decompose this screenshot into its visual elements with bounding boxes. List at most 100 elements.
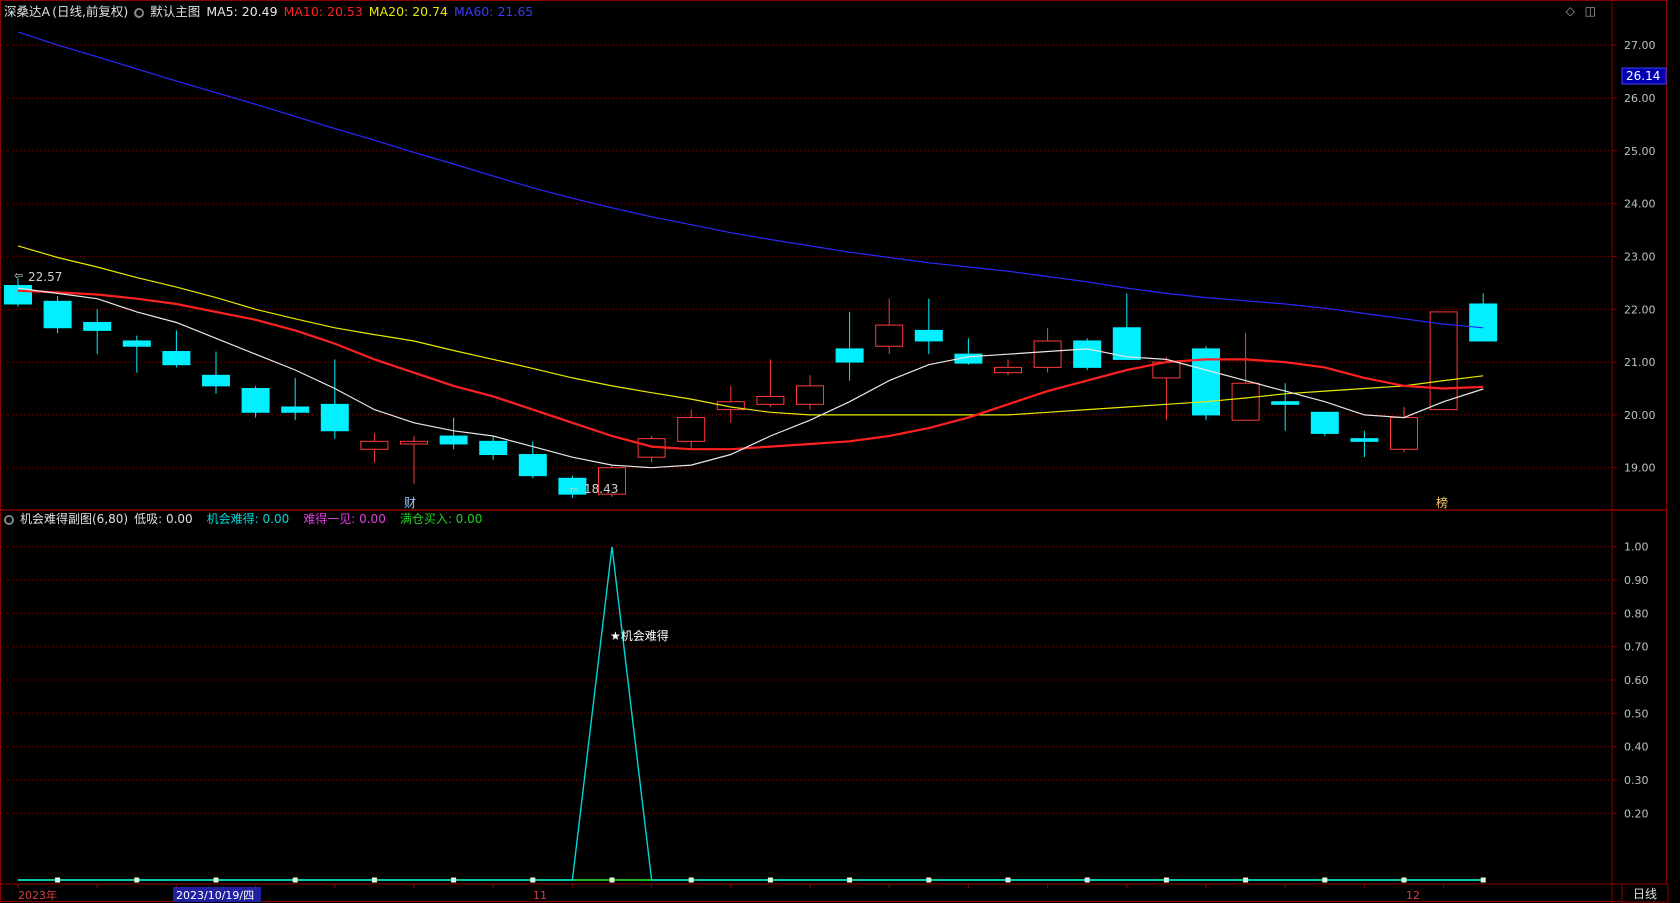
- candle: [281, 377, 310, 421]
- candle-body: [796, 385, 824, 405]
- expand-icon[interactable]: ◫: [1585, 4, 1596, 18]
- candle: [875, 298, 904, 355]
- price-tick-label: 27.00: [1624, 39, 1656, 52]
- low-marker-arrow: ⇦: [569, 483, 578, 496]
- full-buy-value: 满仓买入: 0.00: [399, 512, 483, 526]
- signal-dot: [1322, 877, 1328, 883]
- signal-dot: [292, 877, 298, 883]
- signal-dot: [1163, 877, 1169, 883]
- signal-dot: [1084, 877, 1090, 883]
- signal-label: ★机会难得: [610, 628, 669, 643]
- candle-body: [1429, 311, 1458, 411]
- candle-body: [241, 388, 270, 413]
- sub-tick-label: 0.70: [1624, 641, 1649, 654]
- candle: [796, 375, 824, 410]
- ma20-value: MA20: 20.74: [368, 4, 449, 19]
- time-label-dec: 12: [1406, 889, 1420, 902]
- header-tools: ◇ ◫: [1560, 4, 1596, 18]
- candle: [1310, 411, 1339, 437]
- chance-value: 机会难得: 0.00: [206, 512, 290, 526]
- sub-tick-label: 0.40: [1624, 741, 1649, 754]
- candle: [954, 338, 983, 365]
- settings-circle-icon[interactable]: ●: [134, 7, 145, 18]
- period-button[interactable]: 日线: [1633, 887, 1657, 901]
- grid-layer: [0, 0, 1668, 903]
- sub-tick-label: 1.00: [1624, 541, 1649, 554]
- sub-tick-label: 0.50: [1624, 707, 1649, 720]
- cursor-date: 2023/10/19/四: [176, 889, 254, 902]
- candle: [439, 417, 468, 450]
- candle-body: [162, 351, 191, 366]
- indicator-name[interactable]: 机会难得副图(6,80): [20, 512, 128, 526]
- settings-circle-icon[interactable]: ●: [4, 514, 14, 525]
- ma20-line: [17, 245, 1484, 416]
- candle: [202, 351, 230, 394]
- candle: [1112, 293, 1141, 360]
- signal-dot: [1480, 877, 1486, 883]
- price-tick-label: 26.00: [1624, 92, 1656, 105]
- candle: [1350, 430, 1379, 458]
- signal-dot: [767, 877, 773, 883]
- stock-name[interactable]: 深桑达A: [4, 4, 50, 19]
- signal-dot: [134, 877, 140, 883]
- bang-marker: 榜: [1436, 495, 1448, 510]
- candle: [241, 385, 270, 418]
- candle-body: [202, 374, 230, 387]
- candle: [835, 311, 864, 381]
- time-label-year: 2023年: [18, 888, 57, 902]
- candle: [122, 335, 151, 373]
- candle-body: [875, 324, 904, 347]
- candle: [1033, 327, 1062, 373]
- candle: [1231, 333, 1260, 421]
- time-label-nov: 11: [533, 889, 547, 902]
- high-marker-arrow: ⇦: [14, 269, 23, 282]
- diamond-icon[interactable]: ◇: [1566, 4, 1575, 18]
- candle-body: [439, 435, 468, 445]
- ma10-line: [17, 289, 1484, 451]
- candle-body: [320, 403, 349, 432]
- price-tick-label: 22.00: [1624, 303, 1656, 316]
- candle-body: [1271, 401, 1300, 405]
- candle-body: [281, 406, 310, 413]
- sub-tick-label: 0.90: [1624, 574, 1649, 587]
- candle-body: [122, 340, 151, 347]
- candle-body: [994, 366, 1022, 374]
- rare-value: 难得一见: 0.00: [303, 512, 386, 526]
- candle-body: [43, 300, 72, 329]
- candle-body: [835, 348, 864, 363]
- axis-layer: 27.00 26.00 25.00 24.00 23.00 22.00 21.00 20.00…: [17, 39, 1656, 888]
- ma10-value: MA10: 20.53: [283, 4, 363, 19]
- candle-body: [1073, 340, 1102, 368]
- candle: [320, 359, 349, 439]
- price-tick-label: 19.00: [1624, 462, 1656, 475]
- sub-tick-label: 0.80: [1624, 607, 1649, 620]
- price-tick-label: 20.00: [1624, 409, 1656, 422]
- period-label: (日线,前复权): [52, 4, 129, 19]
- candle: [162, 330, 191, 368]
- candle: [400, 436, 428, 484]
- signal-dot: [451, 877, 457, 883]
- indicator-layer: [18, 546, 1486, 883]
- frame: [0, 0, 1667, 902]
- signal-dot: [688, 877, 694, 883]
- high-price-label: 22.57: [28, 270, 62, 284]
- sub-tick-label: 0.20: [1624, 807, 1649, 820]
- signal-dot: [926, 877, 932, 883]
- candle: [756, 359, 785, 407]
- ma60-value: MA60: 21.65: [454, 4, 534, 19]
- low-buy-value: 低吸: 0.00: [134, 512, 193, 526]
- chart-canvas[interactable]: 27.00 26.00 25.00 24.00 23.00 22.00 21.00 20.00…: [0, 0, 1680, 903]
- sub-header: ● 机会难得副图(6,80) 低吸: 0.00 机会难得: 0.00 难得一见: 0.0…: [4, 509, 488, 529]
- candle: [914, 298, 943, 355]
- candle-body: [83, 321, 112, 331]
- price-tick-label: 21.00: [1624, 356, 1656, 369]
- template-label[interactable]: 默认主图: [150, 4, 200, 19]
- candle-body: [1390, 417, 1418, 450]
- candle-body: [360, 440, 389, 450]
- ma5-value: MA5: 20.49: [206, 4, 278, 19]
- candle-body: [1231, 382, 1260, 421]
- candle: [637, 436, 666, 463]
- chance-line: [18, 546, 1484, 881]
- cai-marker: 财: [404, 496, 416, 510]
- candle: [83, 309, 112, 355]
